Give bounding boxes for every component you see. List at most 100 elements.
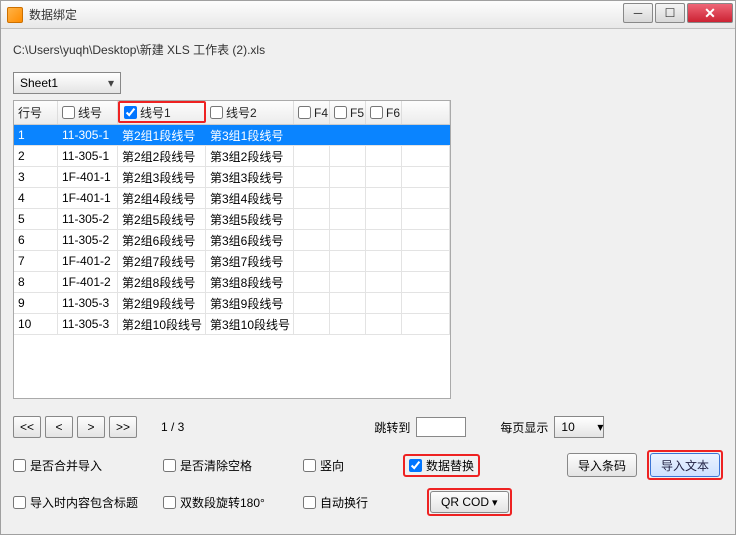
- pager: << < > >> 1 / 3 跳转到 每页显示 10 ▾: [13, 416, 723, 438]
- cell-f5: [330, 230, 366, 250]
- clear-spaces-option[interactable]: 是否清除空格: [163, 457, 293, 474]
- col-f6[interactable]: F6: [366, 101, 402, 124]
- table-row[interactable]: 1011-305-3第2组10段线号第3组10段线号: [14, 314, 450, 335]
- cell-xianhao2: 第3组10段线号: [206, 314, 294, 334]
- next-page-button[interactable]: >: [77, 416, 105, 438]
- cell-xianhao1: 第2组2段线号: [118, 146, 206, 166]
- col-xianhao2[interactable]: 线号2: [206, 101, 294, 124]
- auto-wrap-option[interactable]: 自动换行: [303, 494, 393, 511]
- table-row[interactable]: 71F-401-2第2组7段线号第3组7段线号: [14, 251, 450, 272]
- cell-xianhao2: 第3组6段线号: [206, 230, 294, 250]
- cell-f4: [294, 146, 330, 166]
- col-xianhao2-checkbox[interactable]: [210, 106, 223, 119]
- cell-xianhao1: 第2组9段线号: [118, 293, 206, 313]
- col-f4[interactable]: F4: [294, 101, 330, 124]
- table-row[interactable]: 911-305-3第2组9段线号第3组9段线号: [14, 293, 450, 314]
- maximize-button[interactable]: ☐: [655, 3, 685, 23]
- data-grid: 行号 线号 线号1 线号2 F4 F5 F6 111-305-1第2组1段线号第…: [13, 100, 451, 399]
- col-f5-checkbox[interactable]: [334, 106, 347, 119]
- grid-blank: [14, 335, 450, 398]
- table-row[interactable]: 211-305-1第2组2段线号第3组2段线号: [14, 146, 450, 167]
- data-replace-option[interactable]: 数据替换: [409, 457, 474, 474]
- cell-rownum: 8: [14, 272, 58, 292]
- cell-f5: [330, 167, 366, 187]
- cell-blank: [402, 293, 450, 313]
- cell-rownum: 5: [14, 209, 58, 229]
- col-f6-checkbox[interactable]: [370, 106, 383, 119]
- cell-f6: [366, 167, 402, 187]
- cell-f5: [330, 188, 366, 208]
- merge-import-option[interactable]: 是否合并导入: [13, 457, 153, 474]
- cell-xianhao1: 第2组8段线号: [118, 272, 206, 292]
- first-page-button[interactable]: <<: [13, 416, 41, 438]
- col-xianhao[interactable]: 线号: [58, 101, 118, 124]
- footer: << < > >> 1 / 3 跳转到 每页显示 10 ▾ 是否合并导入 是否清…: [13, 416, 723, 524]
- sheet-dropdown[interactable]: Sheet1 ▾: [13, 72, 121, 94]
- import-barcode-button[interactable]: 导入条码: [567, 453, 637, 477]
- cell-f6: [366, 146, 402, 166]
- content-area: C:\Users\yuqh\Desktop\新建 XLS 工作表 (2).xls…: [1, 29, 735, 534]
- cell-rownum: 6: [14, 230, 58, 250]
- col-xianhao1[interactable]: 线号1: [118, 101, 206, 123]
- cell-f6: [366, 125, 402, 145]
- data-replace-highlight: 数据替换: [403, 454, 480, 477]
- cell-rownum: 1: [14, 125, 58, 145]
- col-f5[interactable]: F5: [330, 101, 366, 124]
- double-rotate-option[interactable]: 双数段旋转180°: [163, 494, 293, 511]
- cell-xianhao: 11-305-3: [58, 293, 118, 313]
- cell-blank: [402, 230, 450, 250]
- table-row[interactable]: 111-305-1第2组1段线号第3组1段线号: [14, 125, 450, 146]
- table-row[interactable]: 81F-401-2第2组8段线号第3组8段线号: [14, 272, 450, 293]
- jump-input[interactable]: [416, 417, 466, 437]
- last-page-button[interactable]: >>: [109, 416, 137, 438]
- cell-f4: [294, 167, 330, 187]
- perpage-label: 每页显示: [500, 419, 548, 436]
- cell-blank: [402, 209, 450, 229]
- import-text-button[interactable]: 导入文本: [650, 453, 720, 477]
- cell-f6: [366, 209, 402, 229]
- cell-xianhao: 11-305-3: [58, 314, 118, 334]
- table-row[interactable]: 511-305-2第2组5段线号第3组5段线号: [14, 209, 450, 230]
- cell-xianhao: 11-305-1: [58, 125, 118, 145]
- cell-f4: [294, 125, 330, 145]
- cell-xianhao1: 第2组3段线号: [118, 167, 206, 187]
- cell-f4: [294, 188, 330, 208]
- close-button[interactable]: ✕: [687, 3, 733, 23]
- cell-rownum: 3: [14, 167, 58, 187]
- col-rownum[interactable]: 行号: [14, 101, 58, 124]
- cell-f6: [366, 314, 402, 334]
- file-path-label: C:\Users\yuqh\Desktop\新建 XLS 工作表 (2).xls: [13, 41, 723, 58]
- col-xianhao1-checkbox[interactable]: [124, 106, 137, 119]
- app-icon: [7, 7, 23, 23]
- qrcod-dropdown[interactable]: QR COD ▾: [430, 491, 509, 513]
- prev-page-button[interactable]: <: [45, 416, 73, 438]
- cell-f5: [330, 146, 366, 166]
- col-xianhao-checkbox[interactable]: [62, 106, 75, 119]
- cell-blank: [402, 167, 450, 187]
- cell-blank: [402, 146, 450, 166]
- table-row[interactable]: 31F-401-1第2组3段线号第3组3段线号: [14, 167, 450, 188]
- minimize-button[interactable]: ─: [623, 3, 653, 23]
- cell-xianhao: 11-305-1: [58, 146, 118, 166]
- vertical-option[interactable]: 竖向: [303, 457, 393, 474]
- cell-xianhao1: 第2组1段线号: [118, 125, 206, 145]
- cell-rownum: 2: [14, 146, 58, 166]
- chevron-down-icon: ▾: [102, 76, 120, 90]
- qrcod-highlight: QR COD ▾: [427, 488, 512, 516]
- jump-label: 跳转到: [374, 419, 410, 436]
- cell-rownum: 4: [14, 188, 58, 208]
- cell-f6: [366, 293, 402, 313]
- table-row[interactable]: 611-305-2第2组6段线号第3组6段线号: [14, 230, 450, 251]
- cell-blank: [402, 272, 450, 292]
- cell-xianhao1: 第2组6段线号: [118, 230, 206, 250]
- import-has-title-option[interactable]: 导入时内容包含标题: [13, 494, 153, 511]
- cell-f5: [330, 293, 366, 313]
- table-row[interactable]: 41F-401-1第2组4段线号第3组4段线号: [14, 188, 450, 209]
- col-blank: [402, 101, 450, 124]
- cell-blank: [402, 188, 450, 208]
- perpage-dropdown[interactable]: 10 ▾: [554, 416, 604, 438]
- cell-f5: [330, 272, 366, 292]
- cell-f4: [294, 293, 330, 313]
- col-f4-checkbox[interactable]: [298, 106, 311, 119]
- cell-blank: [402, 251, 450, 271]
